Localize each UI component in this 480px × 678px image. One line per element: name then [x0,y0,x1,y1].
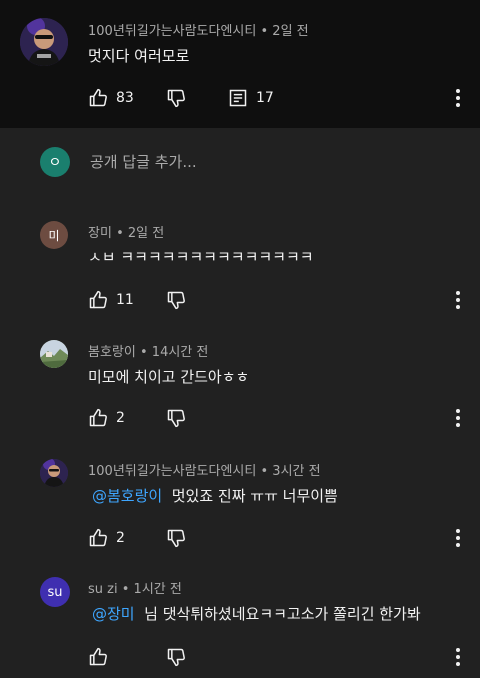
like-button[interactable]: 2 [88,406,125,430]
reply-timestamp[interactable]: 14시간 전 [152,345,209,360]
more-vertical-icon [456,409,460,427]
reply-meta: 장미 • 2일 전 [88,222,164,241]
add-reply-box[interactable]: ㅇ 공개 답글 추가... [0,128,480,196]
thumbs-down-icon [167,529,185,548]
avatar-text: su [47,584,63,600]
reply-actions: 2 [88,526,288,550]
reply-text: @장미 님 댓삭튀하셨네요ㅋㅋ고소가 쫄리긴 한가봐 [92,603,421,624]
like-count: 2 [116,530,125,546]
avatar-letter: ㅇ [48,155,62,171]
meta-separator: • [116,226,124,241]
dislike-button[interactable] [166,645,186,669]
reply-author-name[interactable]: 장미 [88,226,112,241]
more-vertical-icon [456,529,460,547]
like-button[interactable]: 83 [88,86,134,110]
like-count: 2 [116,410,125,426]
more-options-button[interactable] [446,288,470,312]
dislike-button[interactable] [166,526,186,550]
avatar-text: 미 [48,228,60,243]
thumbs-up-icon [89,647,107,666]
reply-text: @봄호랑이 멋있죠 진짜 ㅠㅠ 너무이쁨 [92,485,338,506]
reply-meta: su zi • 1시간 전 [88,578,182,597]
reply-timestamp[interactable]: 1시간 전 [134,582,182,597]
meta-separator: • [260,24,269,39]
landscape-photo-icon [40,340,68,368]
reply-actions: 2 [88,406,288,430]
thumbs-up-icon [89,528,107,547]
more-options-button[interactable] [446,406,470,430]
reply-author-avatar[interactable]: 미 [40,221,68,249]
thumbs-up-icon [89,408,107,427]
thumbs-down-icon [167,291,185,310]
reply-author-name[interactable]: 봄호랑이 [88,345,136,360]
reply-timestamp[interactable]: 2일 전 [128,226,164,241]
parent-author-avatar[interactable] [20,18,68,66]
reply-author-name[interactable]: su zi [88,582,118,597]
reply-timestamp[interactable]: 3시간 전 [272,464,320,479]
current-user-avatar: ㅇ [40,147,70,177]
parent-author-name[interactable]: 100년뒤길가는사람도다엔시티 [88,24,256,39]
parent-comment: 100년뒤길가는사람도다엔시티 • 2일 전 멋지다 여러모로 83 17 [0,0,480,128]
parent-meta: 100년뒤길가는사람도다엔시티 • 2일 전 [88,20,309,39]
reply-text-body: 님 댓삭튀하셨네요ㅋㅋ고소가 쫄리긴 한가봐 [144,605,421,623]
more-vertical-icon [456,89,460,107]
parent-actions: 83 17 [88,86,388,110]
comment-icon [229,89,247,107]
parent-timestamp[interactable]: 2일 전 [272,24,308,39]
person-photo-icon [40,459,68,487]
reply-text: ㅅㅂ ㅋㅋㅋㅋㅋㅋㅋㅋㅋㅋㅋㅋㅋㅋ [88,248,314,266]
like-button[interactable]: 2 [88,526,125,550]
reply-meta: 봄호랑이 • 14시간 전 [88,341,208,360]
meta-separator: • [260,464,269,479]
reply-meta: 100년뒤길가는사람도다엔시티 • 3시간 전 [88,460,321,479]
dislike-button[interactable] [166,86,186,110]
mention-link[interactable]: @장미 [92,605,135,623]
like-count: 83 [116,90,134,106]
parent-comment-text: 멋지다 여러모로 [88,47,190,65]
thumbs-down-icon [167,409,185,428]
reply-input-placeholder[interactable]: 공개 답글 추가... [90,151,197,172]
more-vertical-icon [456,648,460,666]
reply-author-avatar[interactable] [40,459,68,487]
reply-author-avatar[interactable]: su [40,577,70,607]
reply-text: 미모에 치이고 간드아ㅎㅎ [88,368,250,386]
dislike-button[interactable] [166,288,186,312]
like-button[interactable] [88,645,116,669]
more-options-button[interactable] [446,645,470,669]
reply-text-body: 멋있죠 진짜 ㅠㅠ 너무이쁨 [171,487,338,505]
meta-separator: • [139,345,148,360]
mention-link[interactable]: @봄호랑이 [92,487,162,505]
meta-separator: • [121,582,130,597]
reply-author-name[interactable]: 100년뒤길가는사람도다엔시티 [88,464,256,479]
more-options-button[interactable] [446,526,470,550]
reply-count-button[interactable]: 17 [228,86,274,110]
reply-count: 17 [256,90,274,106]
like-button[interactable]: 11 [88,288,134,312]
thumbs-down-icon [167,89,185,108]
like-count: 11 [116,292,134,308]
person-photo-icon [20,18,68,66]
thumbs-down-icon [167,648,185,667]
reply-author-avatar[interactable] [40,340,68,368]
dislike-button[interactable] [166,406,186,430]
more-vertical-icon [456,291,460,309]
more-options-button[interactable] [446,86,470,110]
reply-actions [88,645,288,669]
reply-actions: 11 [88,288,288,312]
thumbs-up-icon [89,88,107,107]
thumbs-up-icon [89,290,107,309]
